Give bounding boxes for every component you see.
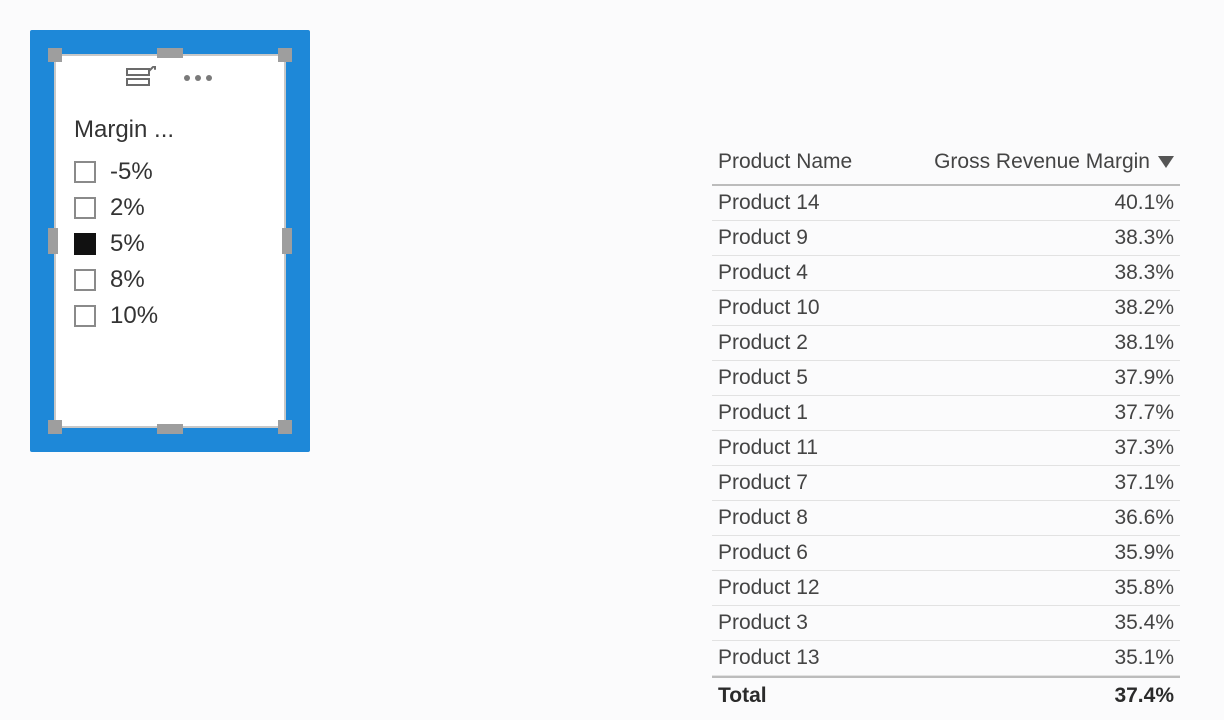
cell-value: 35.4%: [1104, 611, 1174, 635]
column-header-value-label: Gross Revenue Margin: [934, 150, 1150, 174]
table-row[interactable]: Product 137.7%: [712, 396, 1180, 431]
cell-product-name: Product 9: [718, 226, 1104, 250]
slicer-item-label: -5%: [110, 158, 153, 186]
cell-product-name: Product 1: [718, 401, 1104, 425]
column-header-product-name[interactable]: Product Name: [718, 150, 934, 174]
table-row[interactable]: Product 1137.3%: [712, 431, 1180, 466]
table-row[interactable]: Product 737.1%: [712, 466, 1180, 501]
resize-handle-tr[interactable]: [278, 48, 292, 62]
cell-product-name: Product 4: [718, 261, 1104, 285]
cell-value: 37.1%: [1104, 471, 1174, 495]
cell-value: 38.1%: [1104, 331, 1174, 355]
slicer-visual[interactable]: Margin ... -5% 2% 5% 8% 10%: [54, 54, 286, 428]
resize-handle-mb[interactable]: [157, 424, 183, 434]
cell-value: 35.8%: [1104, 576, 1174, 600]
cell-product-name: Product 2: [718, 331, 1104, 355]
table-row[interactable]: Product 938.3%: [712, 221, 1180, 256]
checkbox-icon[interactable]: [74, 305, 96, 327]
checkbox-icon[interactable]: [74, 269, 96, 291]
slicer-selection-highlight: Margin ... -5% 2% 5% 8% 10%: [30, 30, 310, 452]
cell-product-name: Product 11: [718, 436, 1104, 460]
cell-value: 37.7%: [1104, 401, 1174, 425]
cell-value: 36.6%: [1104, 506, 1174, 530]
cell-product-name: Product 6: [718, 541, 1104, 565]
resize-handle-mt[interactable]: [157, 48, 183, 58]
cell-product-name: Product 14: [718, 191, 1104, 215]
total-value: 37.4%: [1104, 684, 1174, 708]
cell-product-name: Product 7: [718, 471, 1104, 495]
cell-value: 40.1%: [1104, 191, 1174, 215]
resize-handle-bl[interactable]: [48, 420, 62, 434]
slicer-item[interactable]: 8%: [72, 262, 268, 298]
table-row[interactable]: Product 238.1%: [712, 326, 1180, 361]
table-row[interactable]: Product 1235.8%: [712, 571, 1180, 606]
slicer-item-label: 8%: [110, 266, 145, 294]
cell-product-name: Product 12: [718, 576, 1104, 600]
column-header-value[interactable]: Gross Revenue Margin: [934, 150, 1174, 174]
cell-value: 38.3%: [1104, 226, 1174, 250]
slicer-item-label: 10%: [110, 302, 158, 330]
total-label: Total: [718, 684, 1104, 708]
slicer-item[interactable]: 5%: [72, 226, 268, 262]
resize-handle-tl[interactable]: [48, 48, 62, 62]
cell-value: 38.3%: [1104, 261, 1174, 285]
table-row[interactable]: Product 438.3%: [712, 256, 1180, 291]
table-row[interactable]: Product 537.9%: [712, 361, 1180, 396]
slicer-item[interactable]: -5%: [72, 154, 268, 190]
table-row[interactable]: Product 1440.1%: [712, 186, 1180, 221]
cell-value: 37.3%: [1104, 436, 1174, 460]
slicer-item[interactable]: 10%: [72, 298, 268, 334]
table-header-row: Product Name Gross Revenue Margin: [712, 146, 1180, 186]
slicer-body: Margin ... -5% 2% 5% 8% 10%: [72, 110, 268, 410]
slicer-type-icon[interactable]: [125, 64, 159, 92]
cell-value: 38.2%: [1104, 296, 1174, 320]
more-options-icon[interactable]: [181, 64, 215, 92]
sort-desc-icon: [1158, 156, 1174, 168]
cell-value: 35.1%: [1104, 646, 1174, 670]
resize-handle-ml[interactable]: [48, 228, 58, 254]
data-table: Product Name Gross Revenue Margin Produc…: [712, 146, 1180, 712]
slicer-item-label: 5%: [110, 230, 145, 258]
table-total-row: Total 37.4%: [712, 676, 1180, 712]
cell-product-name: Product 10: [718, 296, 1104, 320]
table-row[interactable]: Product 1335.1%: [712, 641, 1180, 676]
cell-product-name: Product 5: [718, 366, 1104, 390]
checkbox-icon[interactable]: [74, 233, 96, 255]
table-row[interactable]: Product 836.6%: [712, 501, 1180, 536]
cell-value: 35.9%: [1104, 541, 1174, 565]
checkbox-icon[interactable]: [74, 197, 96, 219]
slicer-title: Margin ...: [74, 116, 268, 144]
cell-product-name: Product 8: [718, 506, 1104, 530]
slicer-item[interactable]: 2%: [72, 190, 268, 226]
table-row[interactable]: Product 1038.2%: [712, 291, 1180, 326]
table-row[interactable]: Product 335.4%: [712, 606, 1180, 641]
checkbox-icon[interactable]: [74, 161, 96, 183]
resize-handle-mr[interactable]: [282, 228, 292, 254]
slicer-item-label: 2%: [110, 194, 145, 222]
resize-handle-br[interactable]: [278, 420, 292, 434]
cell-product-name: Product 13: [718, 646, 1104, 670]
table-row[interactable]: Product 635.9%: [712, 536, 1180, 571]
slicer-toolbar: [54, 62, 286, 94]
cell-value: 37.9%: [1104, 366, 1174, 390]
cell-product-name: Product 3: [718, 611, 1104, 635]
